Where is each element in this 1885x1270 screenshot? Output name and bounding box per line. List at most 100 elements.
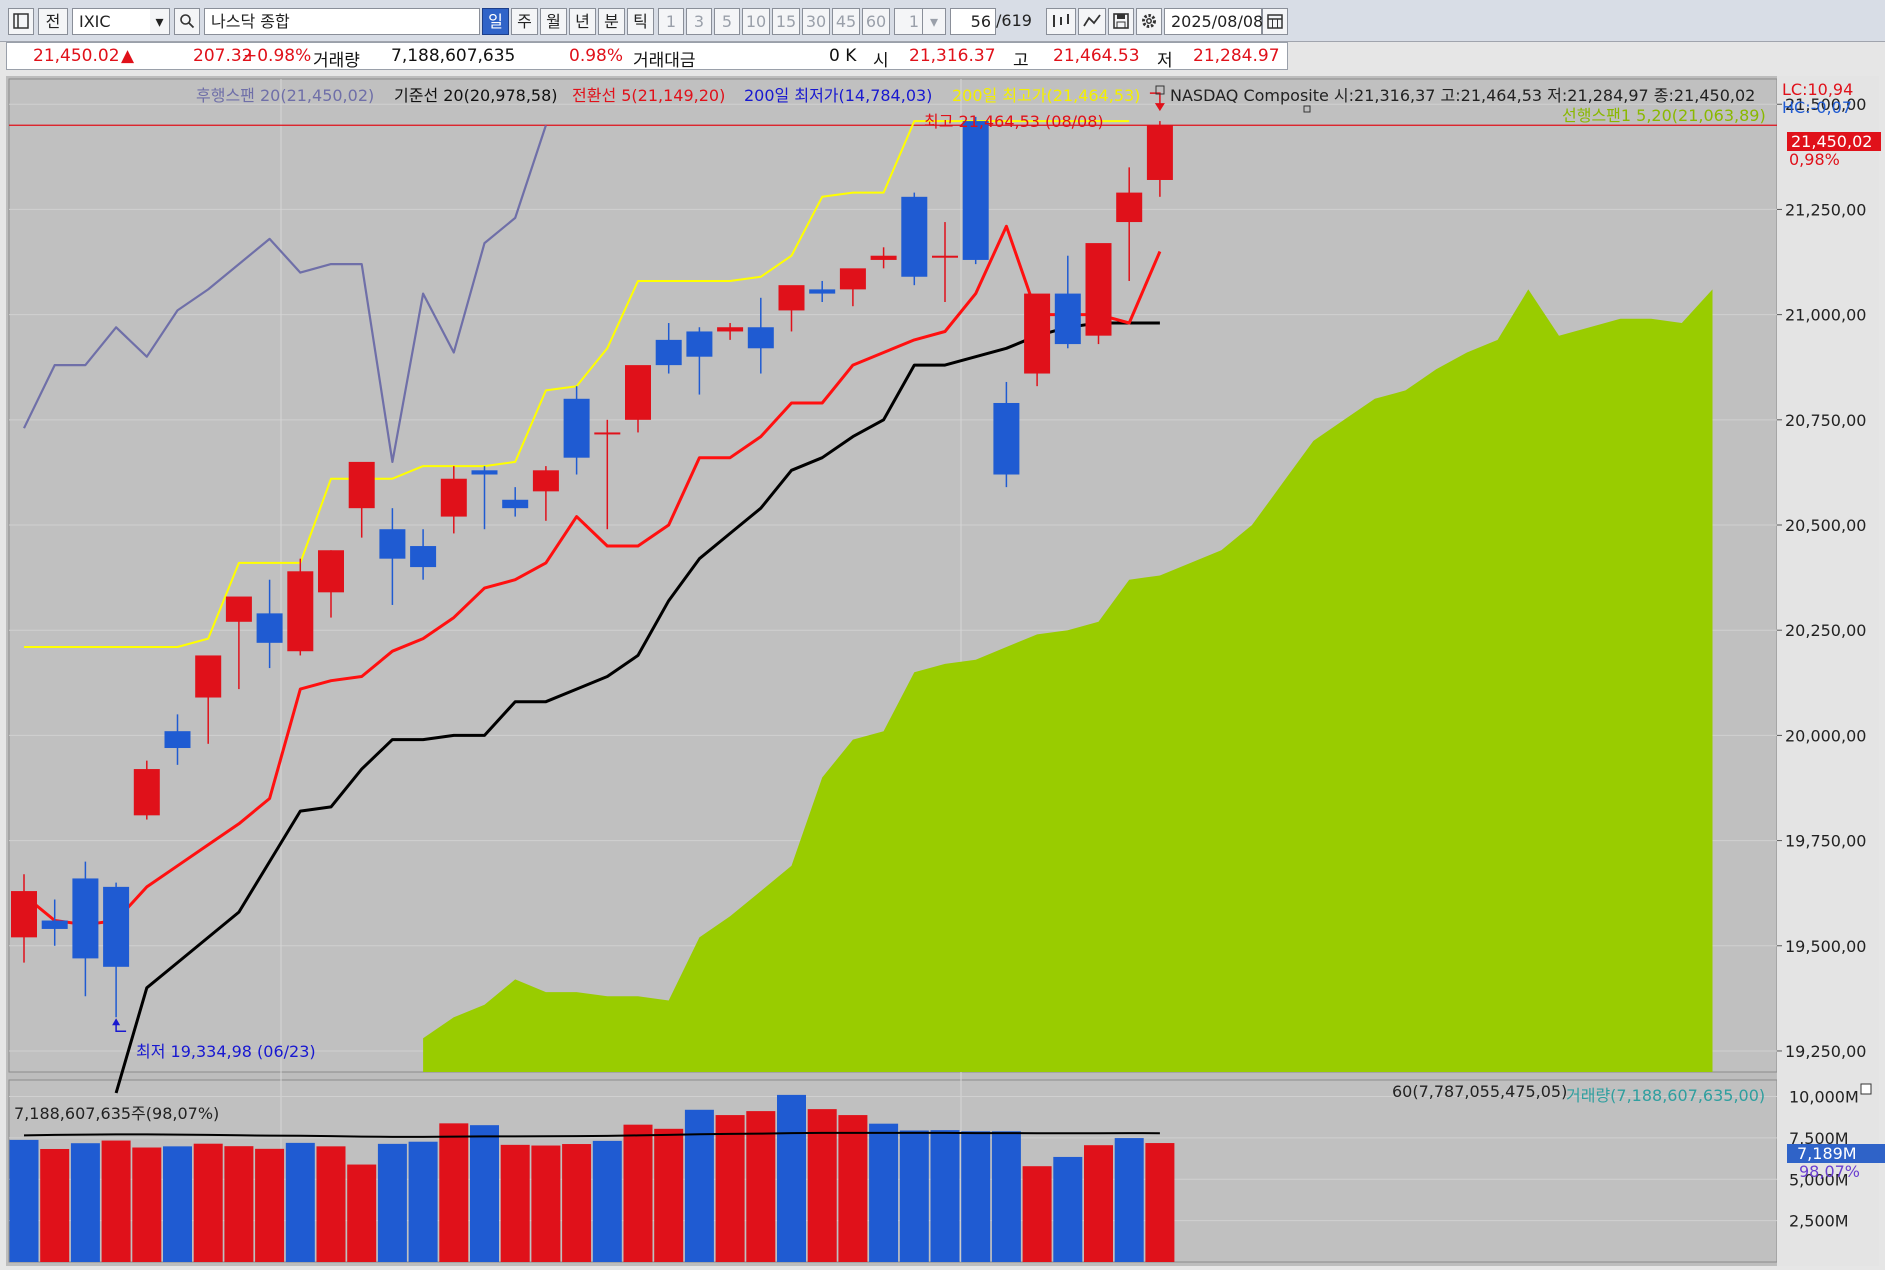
y-tick-label: 20,750,00 [1785,411,1866,430]
candle-body [563,398,590,458]
amount-label: 거래대금 [633,51,696,71]
volume-bar [654,1128,684,1262]
volume-bar [377,1143,407,1262]
candle-body [502,499,529,509]
candle-body [348,461,375,509]
y-tick-label: 20,500,00 [1785,516,1866,535]
volume-ma-legend: 60(7,787,055,475,05) [1392,1082,1568,1101]
volume-bar [9,1139,39,1262]
volume-tick-label: 10,000M [1789,1088,1859,1107]
candle-body [625,365,651,420]
legend-conversion-line: 전환선 5(21,149,20) [572,86,726,105]
up-arrow-icon: ▲ [121,46,135,66]
volume-percent: 0.98% [569,46,624,66]
volume-bar [255,1148,285,1262]
volume-bar [193,1143,223,1262]
candle-body [1146,125,1173,180]
volume-bar [316,1146,346,1262]
candle-body [809,289,836,294]
y-tick-label: 19,250,00 [1785,1042,1866,1061]
minute-option[interactable]: 15 [772,8,800,35]
candle-body [11,891,37,938]
period-week[interactable]: 주 [511,8,538,35]
volume-summary: 7,188,607,635주(98,07%) [14,1104,220,1123]
candle-body [256,613,283,643]
y-tick-label: 20,250,00 [1785,621,1866,640]
date-input[interactable]: 2025/08/08 [1164,8,1263,35]
current-price: 21,450.02 [33,46,120,66]
volume-bar [562,1144,592,1262]
compare-icon[interactable] [1046,8,1076,35]
volume-tick-label: 2,500M [1789,1212,1849,1231]
minute-option[interactable]: 1 [658,8,684,35]
candle-body [1085,243,1112,336]
period-minute[interactable]: 분 [598,8,625,35]
minute-option[interactable]: 30 [802,8,830,35]
y-tick-label: 19,750,00 [1785,832,1866,851]
candle-body [839,268,866,290]
toolbar: 전 IXIC ▾ 나스닥 종합 일 주 월 년 분 틱 1 3 5 10 15 … [0,0,1885,42]
last-price-percent: 0,98% [1789,150,1840,169]
minute-option[interactable]: 10 [742,8,770,35]
candle-body [287,571,314,652]
candle-body [225,596,252,622]
volume-bar [715,1115,745,1262]
candle-body [379,529,406,559]
chevron-down-icon[interactable]: ▾ [150,8,170,35]
y-tick-label: 21,000,00 [1785,306,1866,325]
period-month[interactable]: 월 [540,8,567,35]
high-label: 고 [1013,51,1029,71]
candle-body [103,886,130,967]
calendar-icon[interactable] [1262,8,1288,35]
minute-option[interactable]: 3 [686,8,712,35]
volume-percent-tag: 98,07% [1799,1162,1861,1181]
candle-body [901,196,928,277]
volume-bar [838,1115,868,1262]
candle-body [318,550,344,593]
search-icon[interactable] [174,8,200,35]
range-input[interactable]: 56 [950,8,996,35]
minute-option[interactable]: 60 [862,8,890,35]
volume-bar [101,1140,131,1262]
chevron-down-icon[interactable]: ▾ [922,8,946,35]
volume-label: 거래량 [313,51,360,71]
candle-body [747,327,774,349]
minute-option[interactable]: 45 [832,8,860,35]
volume-bar [40,1148,70,1262]
hc-value: HC:-0,07 [1782,98,1852,117]
save-icon[interactable] [1108,8,1134,35]
volume-bar [163,1146,192,1262]
low-value: 21,284.97 [1193,46,1280,66]
quote-bar: 21,450.02 ▲ 207.32 +0.98% 거래량 7,188,607,… [6,42,1288,71]
low-annotation: 최저 19,334,98 (06/23) [136,1042,316,1061]
layout-icon[interactable] [8,8,34,35]
open-label: 시 [873,51,889,71]
volume-bar [899,1130,929,1262]
minute-option[interactable]: 5 [714,8,740,35]
indicator-icon[interactable] [1078,8,1106,35]
panel-toggle-icon [1860,1083,1872,1095]
gear-icon[interactable] [1136,8,1162,35]
legend-200-high: 200일 최고가(21,464,53) [952,86,1141,105]
volume-bar [623,1124,653,1262]
prev-button[interactable]: 전 [38,8,68,35]
name-field: 나스닥 종합 [204,8,480,35]
range-total: /619 [996,11,1032,30]
volume-bar [1114,1138,1144,1262]
low-label: 저 [1157,51,1173,71]
volume-bar [930,1130,960,1262]
candle-body [41,920,68,929]
volume-bar [961,1131,991,1262]
volume-bar [347,1164,377,1262]
volume-bar [777,1094,806,1262]
candle-body [993,402,1020,475]
volume-bar [1145,1143,1175,1262]
period-tick[interactable]: 틱 [627,8,654,35]
volume-bar [439,1123,469,1262]
volume-value: 7,188,607,635 [391,46,516,66]
period-day[interactable]: 일 [482,8,509,35]
period-year[interactable]: 년 [569,8,596,35]
chart-area[interactable]: 21,500,00 21,250,00 21,000,00 20,750,00 20,5… [6,76,1885,1266]
volume-tag: 7,189M [1787,1144,1885,1163]
volume-bar [70,1143,100,1262]
